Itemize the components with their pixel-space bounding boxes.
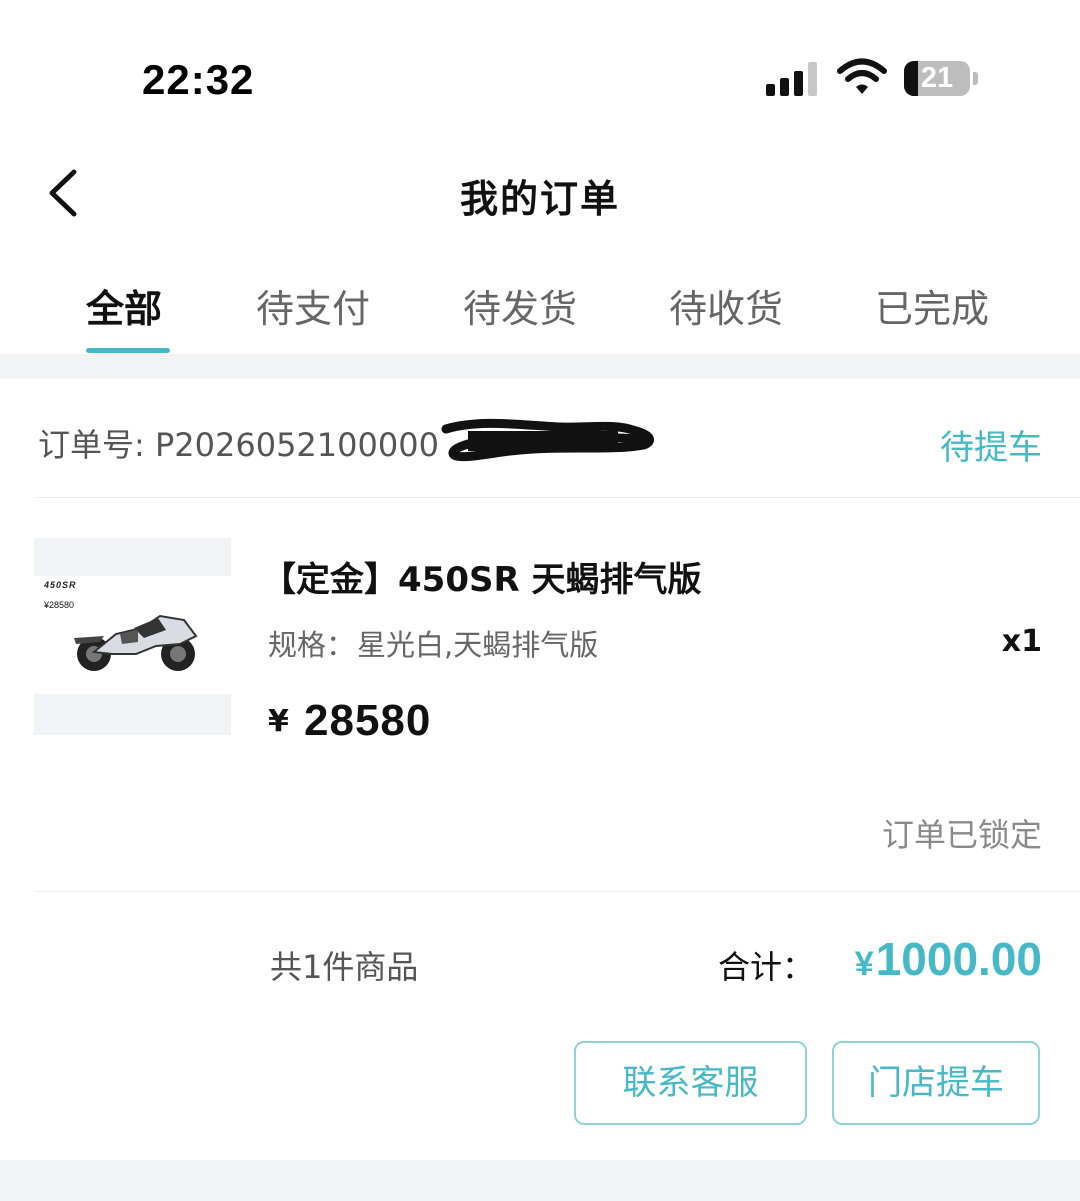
- active-tab-indicator: [86, 348, 170, 353]
- page-title: 我的订单: [459, 177, 620, 221]
- spec-label: 规格：: [268, 628, 356, 662]
- contact-service-button[interactable]: 联系客服: [574, 1041, 807, 1125]
- bottom-divider: [0, 1160, 1080, 1201]
- tab-completed[interactable]: 已完成: [875, 278, 989, 333]
- tab-all[interactable]: 全部: [86, 278, 162, 333]
- divider-line: [36, 497, 1080, 498]
- order-number-label: 订单号:: [38, 426, 155, 464]
- store-pickup-button[interactable]: 门店提车: [832, 1041, 1040, 1125]
- spec-value: 星光白,天蝎排气版: [357, 628, 599, 662]
- product-title[interactable]: 【定金】450SR 天蝎排气版: [262, 552, 701, 601]
- battery-tip: [973, 72, 978, 85]
- divider-line: [36, 891, 1080, 892]
- thumbnail-logo: 450SR: [44, 580, 77, 590]
- motorcycle-image: [74, 614, 198, 671]
- total-currency: ¥: [854, 945, 874, 983]
- section-divider: [0, 354, 1080, 379]
- tab-pending-shipment[interactable]: 待发货: [463, 278, 577, 333]
- order-number: 订单号: P2026052100000: [38, 420, 439, 466]
- order-list-page: 22:32 21 我的订单 全部 待支付 待发货 待收货 已完成 订单号: P2…: [0, 0, 1080, 1201]
- total-label: 合计：: [718, 948, 815, 986]
- battery-level: 21: [920, 62, 954, 94]
- tab-pending-receipt[interactable]: 待收货: [669, 278, 783, 333]
- thumbnail-poster: 450SR ¥28580: [34, 576, 231, 694]
- wifi-icon: [837, 58, 887, 94]
- order-number-value: P2026052100000: [154, 426, 439, 464]
- total-amount-value: 1000.00: [875, 933, 1042, 985]
- cellular-signal-icon: [766, 62, 817, 96]
- product-price: 28580: [304, 696, 432, 745]
- tab-pending-payment[interactable]: 待支付: [256, 278, 370, 333]
- product-thumbnail[interactable]: 450SR ¥28580: [34, 538, 231, 735]
- redaction-scribble: [441, 418, 654, 462]
- product-quantity: x1: [1001, 624, 1042, 659]
- order-status: 待提车: [940, 428, 1042, 468]
- battery-icon: 21: [904, 61, 970, 96]
- price-currency: ¥: [268, 704, 289, 739]
- total-amount: ¥1000.00: [855, 932, 1042, 986]
- status-time: 22:32: [142, 56, 255, 103]
- order-tabs: 全部 待支付 待发货 待收货 已完成: [0, 270, 1080, 354]
- order-locked-note: 订单已锁定: [881, 816, 1042, 854]
- item-count: 共1件商品: [270, 948, 419, 986]
